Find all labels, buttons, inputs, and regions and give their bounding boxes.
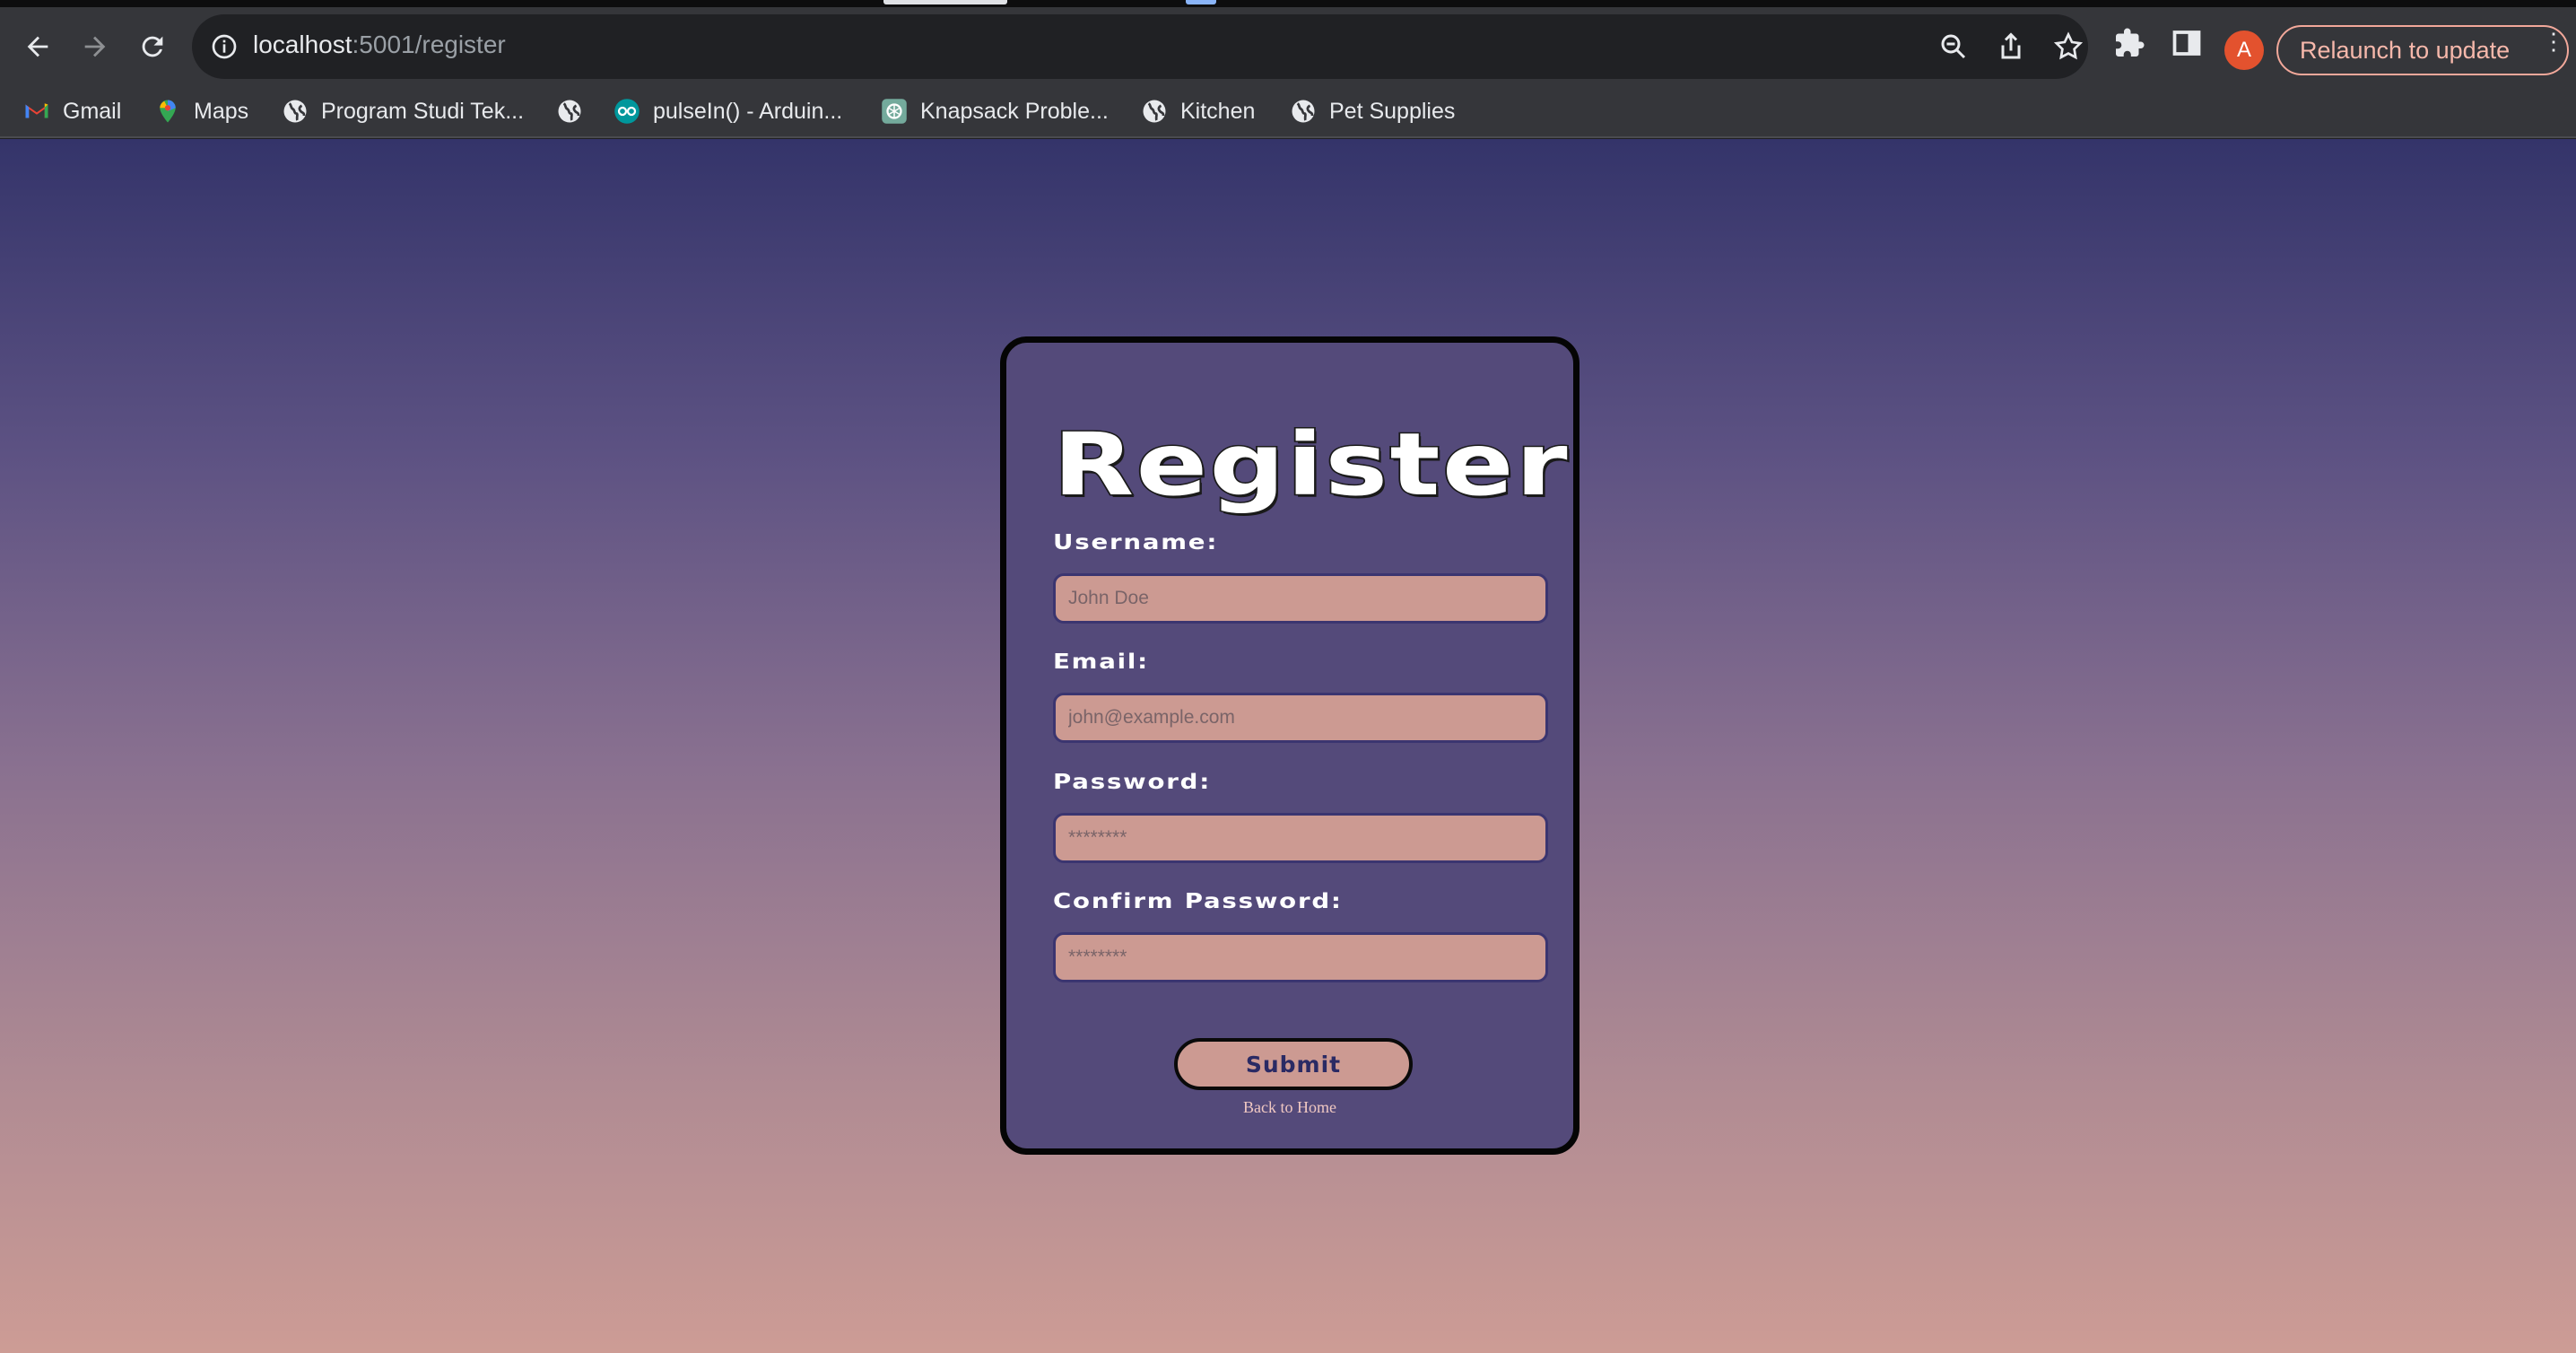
bookmark-maps[interactable]: Maps: [154, 95, 248, 127]
relaunch-button[interactable]: Relaunch to update ⋮: [2276, 25, 2569, 75]
bookmark-pet-supplies[interactable]: Pet Supplies: [1290, 95, 1455, 127]
password-field[interactable]: [1053, 813, 1548, 863]
bookmark-label: Program Studi Tek...: [321, 98, 525, 124]
bookmark-label: Maps: [194, 98, 249, 124]
maps-icon: [154, 98, 181, 125]
side-panel-icon[interactable]: [2171, 27, 2203, 59]
bookmark-knapsack[interactable]: Knapsack Proble...: [881, 95, 1109, 127]
register-card: Register Username: Email: Password: Conf…: [1000, 336, 1580, 1155]
submit-button[interactable]: Submit: [1174, 1038, 1413, 1090]
bookmark-star-icon[interactable]: [2052, 31, 2084, 63]
confirm-password-label: Confirm Password:: [1053, 890, 1343, 913]
address-bar[interactable]: localhost:5001/register: [192, 14, 2088, 79]
site-info-icon[interactable]: [210, 32, 239, 61]
password-label: Password:: [1053, 771, 1212, 794]
more-menu-icon[interactable]: ⋮: [2542, 30, 2565, 53]
chatgpt-icon: [881, 98, 908, 125]
page-background: Register Username: Email: Password: Conf…: [0, 139, 2576, 1353]
gmail-icon: [23, 98, 50, 125]
email-label: Email:: [1053, 650, 1150, 674]
bookmark-pulsein[interactable]: pulseIn() - Arduin...: [614, 95, 842, 127]
globe-icon: [556, 98, 583, 125]
globe-icon: [1141, 98, 1168, 125]
extensions-icon[interactable]: [2113, 27, 2145, 59]
globe-icon: [1290, 98, 1317, 125]
back-arrow-icon[interactable]: [18, 27, 57, 66]
email-field[interactable]: [1053, 693, 1548, 743]
username-field[interactable]: [1053, 573, 1548, 624]
bookmarks-bar: Gmail Maps Program Studi Tek... pulseIn(…: [0, 86, 2576, 138]
relaunch-label: Relaunch to update: [2300, 36, 2511, 64]
back-to-home-link[interactable]: Back to Home: [1006, 1098, 1573, 1117]
confirm-password-field[interactable]: [1053, 932, 1548, 982]
zoom-icon[interactable]: [1937, 31, 1970, 63]
bookmark-label: Gmail: [63, 98, 122, 124]
bookmark-label: pulseIn() - Arduin...: [653, 98, 843, 124]
bookmark-kitchen[interactable]: Kitchen: [1141, 95, 1255, 127]
active-tab-indicator[interactable]: [883, 0, 1007, 4]
share-icon[interactable]: [1995, 31, 2027, 63]
bookmark-label: Knapsack Proble...: [920, 98, 1109, 124]
bookmark-gmail[interactable]: Gmail: [23, 95, 121, 127]
username-label: Username:: [1053, 531, 1219, 554]
tab-indicator[interactable]: [1186, 0, 1216, 4]
arduino-icon: [614, 98, 640, 125]
url-text: localhost:5001/register: [253, 31, 506, 58]
page-title: Register: [1051, 414, 1571, 517]
forward-arrow-icon[interactable]: [75, 27, 115, 66]
browser-toolbar: localhost:5001/register A Relaunch to up…: [0, 7, 2576, 86]
bookmark-untitled[interactable]: [556, 95, 583, 127]
profile-avatar[interactable]: A: [2224, 31, 2264, 70]
bookmark-label: Kitchen: [1180, 98, 1256, 124]
avatar-letter: A: [2236, 38, 2251, 62]
reload-icon[interactable]: [133, 27, 172, 66]
bookmark-label: Pet Supplies: [1329, 98, 1456, 124]
bookmark-program-studi[interactable]: Program Studi Tek...: [282, 95, 524, 127]
tab-strip: [0, 0, 2576, 7]
globe-icon: [282, 98, 309, 125]
